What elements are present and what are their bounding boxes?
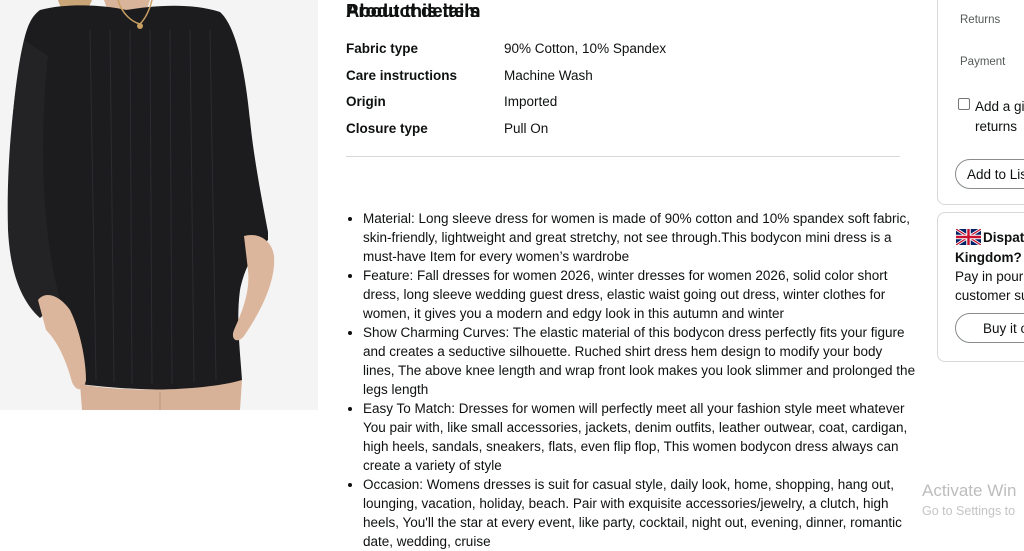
spec-value: Machine Wash bbox=[504, 67, 593, 83]
spec-value: 90% Cotton, 10% Spandex bbox=[504, 40, 667, 56]
about-bullet: Show Charming Curves: The elastic materi… bbox=[363, 323, 917, 399]
add-to-list-label: Add to Lis bbox=[967, 166, 1024, 182]
dress-photo bbox=[0, 0, 318, 410]
spec-row: Care instructions Machine Wash bbox=[346, 62, 666, 89]
about-bullet: Occasion: Womens dresses is suit for cas… bbox=[363, 475, 917, 551]
spec-key: Care instructions bbox=[346, 67, 458, 83]
about-bullet: Material: Long sleeve dress for women is… bbox=[363, 209, 917, 266]
spec-key: Origin bbox=[346, 94, 386, 110]
spec-value: Imported bbox=[504, 94, 558, 110]
spec-row: Origin Imported bbox=[346, 88, 666, 115]
spec-key: Fabric type bbox=[346, 40, 419, 56]
dispatch-title: Dispat Kingdom? bbox=[955, 228, 1024, 268]
about-heading: About this item bbox=[346, 0, 481, 21]
dispatch-body-line-1: Pay in pour bbox=[955, 269, 1024, 284]
payment-label[interactable]: Payment bbox=[960, 56, 1005, 68]
activate-windows-hint: Go to Settings to bbox=[922, 504, 1016, 518]
spec-row: Fabric type 90% Cotton, 10% Spandex bbox=[346, 35, 666, 62]
gift-receipt-checkbox[interactable] bbox=[958, 98, 970, 110]
spec-table: Fabric type 90% Cotton, 10% Spandex Care… bbox=[346, 35, 666, 142]
spec-value: Pull On bbox=[504, 120, 549, 136]
add-to-list-button[interactable]: Add to Lis bbox=[955, 159, 1024, 189]
gift-receipt-label[interactable]: Add a gi returns bbox=[975, 97, 1024, 137]
buy-it-label: Buy it o bbox=[983, 320, 1024, 336]
gift-line-2: returns bbox=[975, 119, 1018, 134]
dispatch-body: Pay in pour customer su bbox=[955, 267, 1024, 305]
dispatch-body-line-2: customer su bbox=[955, 288, 1024, 303]
about-bullet: Feature: Fall dresses for women 2026, wi… bbox=[363, 266, 917, 323]
returns-label[interactable]: Returns bbox=[960, 14, 1000, 26]
activate-windows-watermark: Activate Win bbox=[922, 481, 1017, 500]
section-divider bbox=[346, 156, 900, 157]
spec-key: Closure type bbox=[346, 120, 428, 136]
spec-row: Closure type Pull On bbox=[346, 115, 666, 142]
about-bullet-list: Material: Long sleeve dress for women is… bbox=[346, 209, 917, 551]
about-bullet: Easy To Match: Dresses for women will pe… bbox=[363, 399, 917, 475]
dispatch-title-line-1: Dispat bbox=[983, 230, 1024, 245]
dispatch-title-line-2: Kingdom? bbox=[955, 250, 1022, 265]
buy-it-button[interactable]: Buy it o bbox=[955, 313, 1024, 343]
product-image[interactable] bbox=[0, 0, 318, 410]
gift-line-1: Add a gi bbox=[975, 99, 1024, 114]
